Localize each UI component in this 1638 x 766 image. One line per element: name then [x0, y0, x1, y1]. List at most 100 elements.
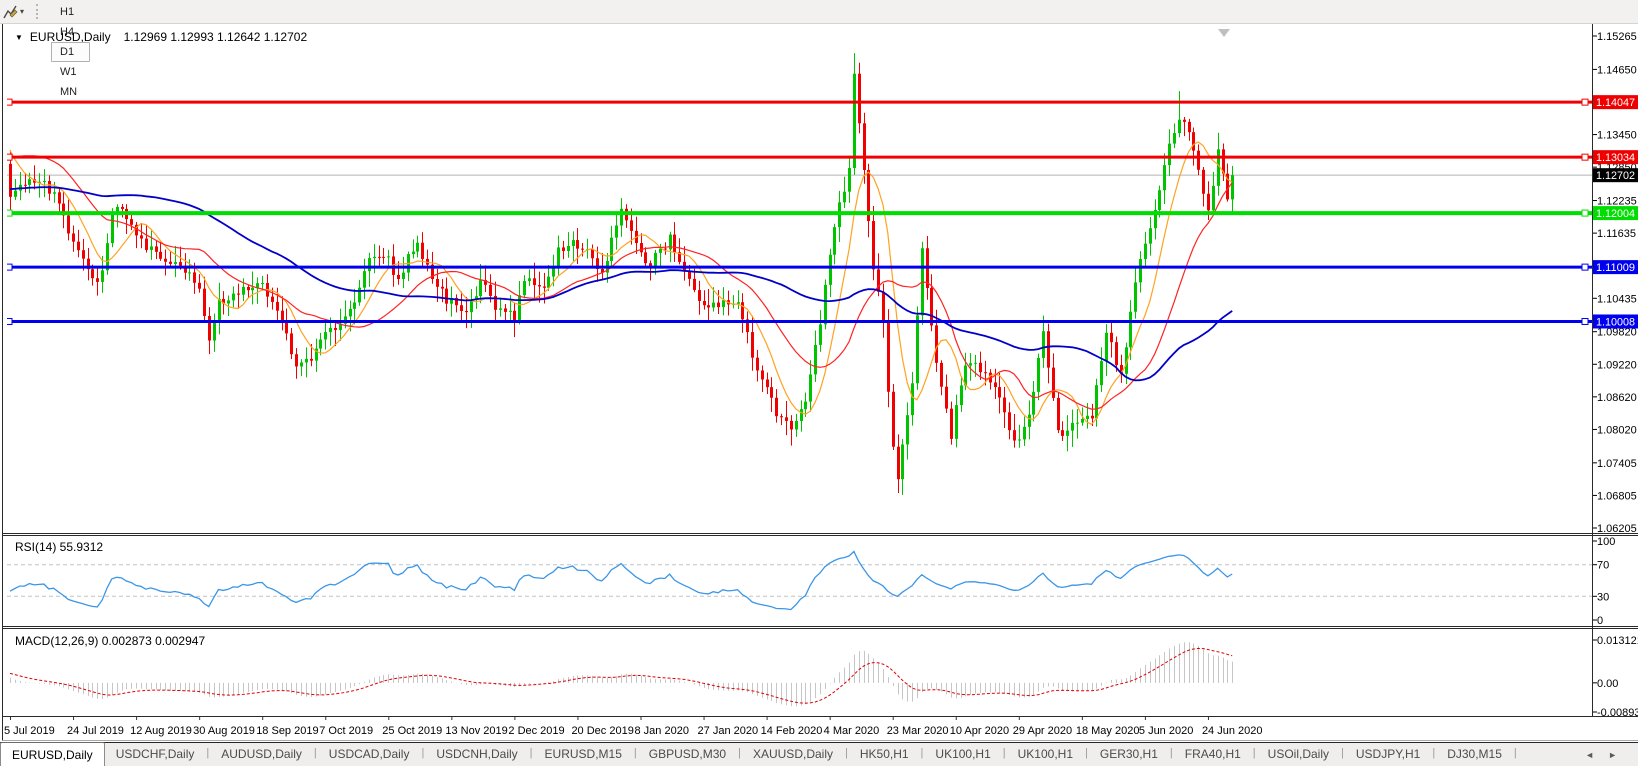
chart-tab-eurusd-daily[interactable]: EURUSD,Daily: [0, 742, 105, 766]
macd-indicator-label: MACD(12,26,9) 0.002873 0.002947: [15, 634, 206, 648]
line-handle[interactable]: [1581, 209, 1589, 217]
chart-tab-uk100-h1[interactable]: UK100,H1: [1007, 743, 1084, 766]
candle-body: [1149, 228, 1152, 244]
candle-body: [615, 225, 618, 238]
chart-canvas[interactable]: 1.152651.146501.134501.128501.122351.116…: [0, 0, 1638, 766]
toolbar-grip-handle[interactable]: [36, 4, 39, 19]
candle-body: [1071, 422, 1074, 431]
draw-tool-icon[interactable]: [1, 4, 19, 20]
candle-body: [572, 240, 575, 246]
chart-tab-usdchf-daily[interactable]: USDCHF,Daily: [105, 743, 206, 766]
timeframe-button-h1[interactable]: H1: [51, 2, 90, 22]
chart-tab-usdjpy-h1[interactable]: USDJPY,H1: [1345, 743, 1431, 766]
candle-body: [882, 291, 885, 323]
candle-body: [164, 258, 167, 262]
tab-scroll-left-icon[interactable]: ◄: [1578, 750, 1601, 760]
candle-body: [833, 227, 836, 255]
chart-tab-usdcad-daily[interactable]: USDCAD,Daily: [318, 743, 421, 766]
candle-body: [1173, 133, 1176, 144]
candle-body: [334, 327, 337, 330]
chart-tab-usdcnh-daily[interactable]: USDCNH,Daily: [425, 743, 528, 766]
candle-body: [998, 387, 1001, 398]
price-tick-label: 1.12235: [1597, 196, 1637, 208]
timeframe-button-w1[interactable]: W1: [51, 62, 90, 82]
timeframe-button-h4[interactable]: H4: [51, 22, 90, 42]
candle-body: [984, 372, 987, 374]
candle-body: [509, 310, 512, 312]
chart-tab-audusd-daily[interactable]: AUDUSD,Daily: [210, 743, 313, 766]
candle-body: [756, 357, 759, 371]
candle-body: [950, 408, 953, 439]
candle-body: [775, 397, 778, 417]
candle-body: [819, 324, 822, 345]
price-tick-label: 1.08620: [1597, 392, 1637, 404]
price-tick-label: 1.08020: [1597, 424, 1637, 436]
candle-body: [1168, 143, 1171, 166]
candle-body: [1163, 165, 1166, 191]
candle-body: [1110, 332, 1113, 343]
line-handle[interactable]: [1581, 263, 1589, 271]
timeframe-button-d1[interactable]: D1: [51, 41, 91, 62]
price-tick-label: 1.13450: [1597, 130, 1637, 142]
date-label: 24 Jun 2020: [1202, 725, 1263, 737]
candle-body: [1192, 132, 1195, 151]
tab-scroll-right-icon[interactable]: ►: [1601, 750, 1624, 760]
candle-body: [82, 250, 85, 259]
timeframe-button-mn[interactable]: MN: [51, 82, 90, 102]
timeframe-button-group: M1M5M15M30H1H4D1W1MN: [48, 0, 93, 102]
candle-body: [795, 420, 798, 430]
candle-body: [1231, 175, 1234, 200]
chart-tab-hk50-h1[interactable]: HK50,H1: [849, 743, 920, 766]
candle-body: [1095, 385, 1098, 419]
candle-body: [664, 248, 667, 250]
candle-body: [43, 181, 46, 183]
price-tick-label: 1.11635: [1597, 228, 1636, 240]
candle-body: [751, 332, 754, 358]
macd-tick-label: 0.013121: [1597, 635, 1638, 647]
candle-body: [673, 234, 676, 253]
candle-body: [276, 301, 279, 311]
chart-tab-ger30-h1[interactable]: GER30,H1: [1089, 743, 1169, 766]
candle-body: [271, 296, 274, 302]
chart-tab-eurusd-m15[interactable]: EURUSD,M15: [534, 743, 633, 766]
chart-tab-uk100-h1[interactable]: UK100,H1: [924, 743, 1001, 766]
candle-body: [552, 267, 555, 277]
collapse-icon[interactable]: ▼: [15, 33, 23, 42]
candle-body: [9, 163, 12, 197]
chart-tab-gbpusd-m30[interactable]: GBPUSD,M30: [638, 743, 737, 766]
candle-body: [237, 293, 240, 295]
candle-body: [892, 391, 895, 447]
rsi-tick-label: 100: [1597, 536, 1615, 548]
candle-body: [58, 192, 61, 204]
candle-body: [1042, 331, 1045, 358]
chart-tab-usoil-daily[interactable]: USOil,Daily: [1257, 743, 1340, 766]
candle-body: [513, 310, 516, 322]
chart-tab-fra40-h1[interactable]: FRA40,H1: [1174, 743, 1252, 766]
candle-body: [159, 251, 162, 259]
rsi-tick-label: 0: [1597, 615, 1603, 627]
candle-body: [198, 282, 201, 289]
candle-body: [770, 387, 773, 398]
line-handle[interactable]: [1581, 317, 1589, 325]
date-label: 27 Jan 2020: [698, 725, 759, 737]
candle-body: [295, 354, 298, 367]
caret-down-icon[interactable]: ▾: [20, 7, 24, 16]
line-handle[interactable]: [1581, 153, 1589, 161]
candle-body: [1212, 185, 1215, 211]
candle-body: [1202, 169, 1205, 194]
candle-body: [305, 358, 308, 363]
chart-tab-dj30-m15[interactable]: DJ30,M15: [1436, 743, 1513, 766]
candle-body: [567, 245, 570, 251]
candle-body: [242, 286, 245, 295]
price-tick-label: 1.07405: [1597, 458, 1637, 470]
candle-body: [1076, 422, 1079, 424]
tab-divider: |: [1513, 747, 1517, 759]
line-handle[interactable]: [1581, 98, 1589, 106]
chart-tab-xauusd-daily[interactable]: XAUUSD,Daily: [742, 743, 844, 766]
candle-body: [523, 281, 526, 296]
candle-body: [863, 123, 866, 170]
date-label: 24 Jul 2019: [67, 725, 124, 737]
candle-body: [96, 278, 99, 282]
candle-body: [416, 242, 419, 252]
candle-body: [547, 276, 550, 288]
